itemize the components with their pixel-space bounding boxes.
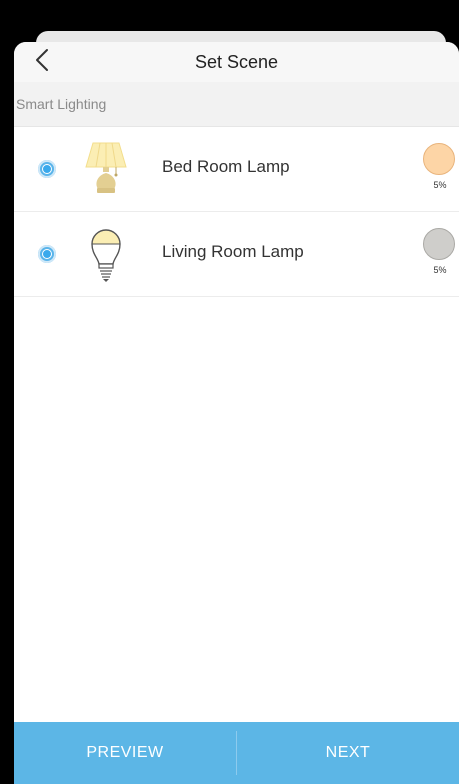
preview-button[interactable]: PREVIEW — [14, 722, 236, 784]
section-header-smart-lighting: Smart Lighting — [14, 82, 459, 127]
navigation-bar: Set Scene — [14, 42, 459, 82]
footer-action-bar: PREVIEW NEXT — [14, 722, 459, 784]
device-row-bed-room-lamp[interactable]: Bed Room Lamp 5% — [14, 127, 459, 212]
table-lamp-icon — [76, 139, 136, 199]
brightness-value: 5% — [433, 180, 447, 190]
color-swatch[interactable] — [423, 143, 455, 175]
page-title: Set Scene — [194, 51, 279, 72]
chevron-left-icon — [35, 48, 49, 77]
next-button[interactable]: NEXT — [237, 722, 459, 784]
back-button[interactable] — [30, 48, 54, 77]
device-select-radio[interactable] — [38, 160, 56, 178]
color-swatch[interactable] — [423, 228, 455, 260]
light-bulb-icon — [76, 224, 136, 284]
set-scene-sheet: Set Scene Smart Lighting Bed Room Lamp 5… — [14, 42, 459, 784]
device-row-living-room-lamp[interactable]: Living Room Lamp 5% — [14, 212, 459, 297]
brightness-value: 5% — [433, 265, 447, 275]
device-select-radio[interactable] — [38, 245, 56, 263]
device-name: Living Room Lamp — [162, 242, 304, 261]
device-name: Bed Room Lamp — [162, 157, 290, 176]
